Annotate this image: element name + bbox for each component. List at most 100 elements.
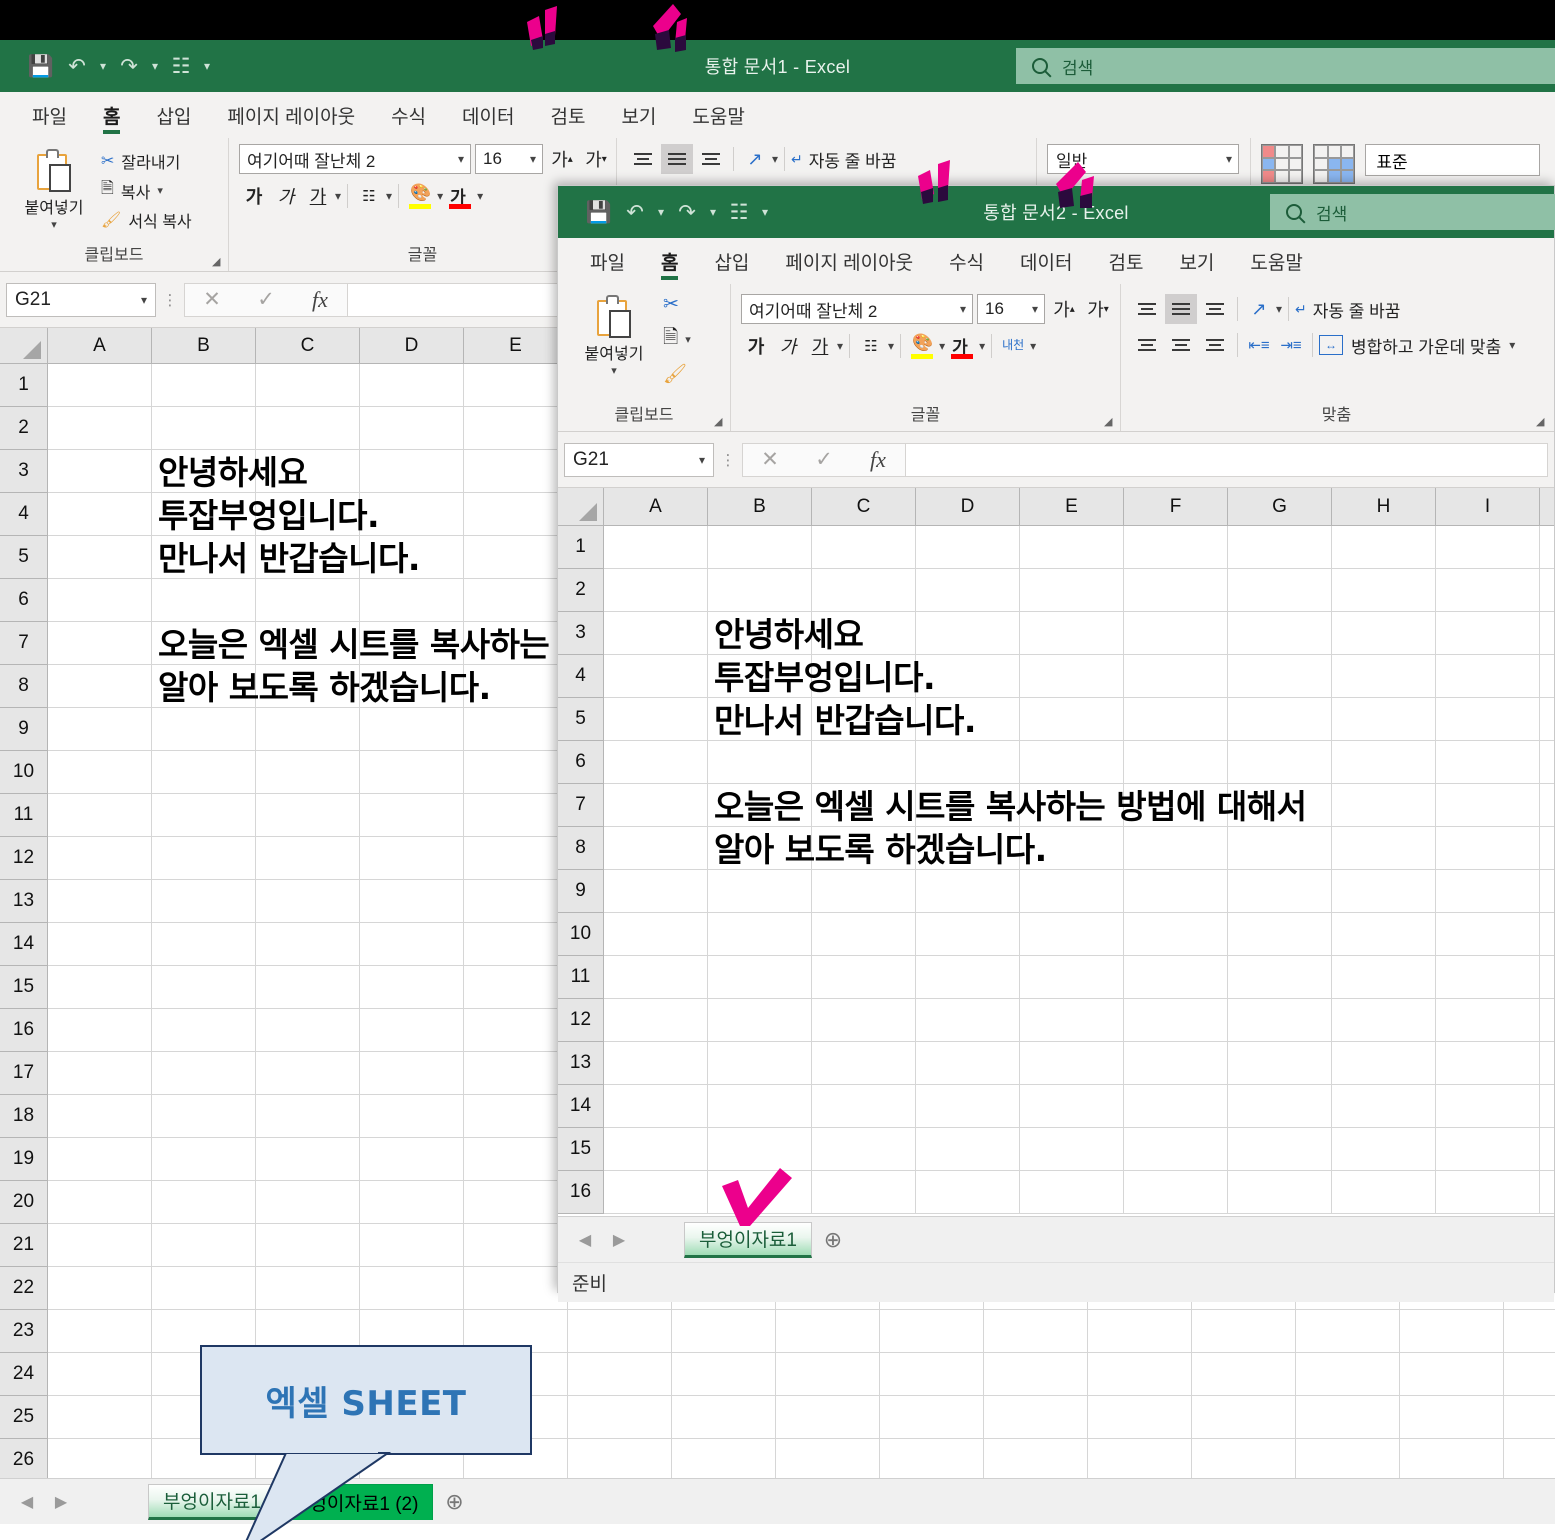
- grid-cell[interactable]: [1540, 1042, 1554, 1085]
- grid-cell[interactable]: [1020, 612, 1124, 655]
- row-header[interactable]: 4: [558, 655, 603, 698]
- grid-cell[interactable]: [464, 450, 568, 493]
- autofit-icon[interactable]: ☷: [722, 195, 756, 229]
- table-row[interactable]: [604, 1042, 1554, 1085]
- grid-cell[interactable]: [152, 880, 256, 923]
- window2-titlebar[interactable]: 💾 ↶ ▾ ↷ ▾ ☷ ▾ 통합 문서2 - Excel 검색: [558, 186, 1555, 238]
- insert-function-icon-2[interactable]: fx: [851, 447, 905, 473]
- grid-cell[interactable]: [360, 579, 464, 622]
- grid-cell[interactable]: [916, 956, 1020, 999]
- row-header[interactable]: 4: [0, 493, 47, 536]
- grid-cell[interactable]: [916, 870, 1020, 913]
- grid-cell[interactable]: [708, 569, 812, 612]
- grid-cell[interactable]: [464, 493, 568, 536]
- grid-cell[interactable]: [776, 1353, 880, 1396]
- cancel-formula-icon-1[interactable]: ✕: [185, 287, 239, 312]
- grid-cell[interactable]: [916, 1128, 1020, 1171]
- grid-cell[interactable]: [48, 1224, 152, 1267]
- select-all-corner-2[interactable]: [558, 488, 604, 525]
- grid-cell[interactable]: [604, 999, 708, 1042]
- chevron-down-icon[interactable]: ▾: [458, 152, 464, 166]
- formula-bar-handle-1[interactable]: ⋮: [156, 291, 184, 309]
- row-header[interactable]: 26: [0, 1439, 47, 1478]
- grid-cell[interactable]: [1296, 1353, 1400, 1396]
- grid-cell[interactable]: [360, 966, 464, 1009]
- grid-cell[interactable]: [880, 1439, 984, 1478]
- merge-dropdown-icon-2[interactable]: ▾: [1509, 338, 1515, 352]
- chevron-down-icon[interactable]: ▾: [141, 293, 147, 307]
- grid-cell[interactable]: [1020, 1128, 1124, 1171]
- table-row[interactable]: [604, 741, 1554, 784]
- grid-cell[interactable]: [1332, 698, 1436, 741]
- row-header[interactable]: 6: [0, 579, 47, 622]
- grid-cell[interactable]: [464, 1138, 568, 1181]
- grid-cell[interactable]: [1124, 1171, 1228, 1214]
- enter-formula-icon-2[interactable]: ✓: [797, 447, 851, 472]
- grid-cell[interactable]: [812, 1128, 916, 1171]
- grid-cell[interactable]: [1124, 913, 1228, 956]
- grid-cell[interactable]: [48, 536, 152, 579]
- grid-cell[interactable]: [708, 870, 812, 913]
- name-box-2[interactable]: G21 ▾: [564, 442, 714, 477]
- row-header[interactable]: 14: [558, 1085, 603, 1128]
- grid-cell[interactable]: [464, 1224, 568, 1267]
- format-painter-button-1[interactable]: 🖌 서식 복사: [98, 207, 195, 233]
- grid-cell[interactable]: [48, 1138, 152, 1181]
- grid-cell[interactable]: [1540, 999, 1554, 1042]
- increase-indent-button-2[interactable]: ⇥≡: [1276, 330, 1306, 360]
- format-as-table-icon[interactable]: [1313, 144, 1356, 184]
- grid-cell[interactable]: [360, 794, 464, 837]
- font-color-dropdown-icon-2[interactable]: ▾: [979, 339, 985, 353]
- grid-cell[interactable]: [1088, 1310, 1192, 1353]
- grid-cell[interactable]: [708, 913, 812, 956]
- grid-cell[interactable]: [464, 579, 568, 622]
- row-header[interactable]: 7: [0, 622, 47, 665]
- ribbon-tabs-2[interactable]: 파일 홈 삽입 페이지 레이아웃 수식 데이터 검토 보기 도움말: [558, 238, 1554, 284]
- grid-cell[interactable]: [1020, 1171, 1124, 1214]
- ribbon-tab-insert[interactable]: 삽입: [138, 92, 209, 138]
- fill-color-button-2[interactable]: 🎨: [907, 331, 937, 361]
- grid-cell[interactable]: [48, 1181, 152, 1224]
- grid-cell[interactable]: [48, 794, 152, 837]
- grid-cell[interactable]: [880, 1353, 984, 1396]
- grid-cell[interactable]: [1436, 913, 1540, 956]
- grid-cell[interactable]: [256, 708, 360, 751]
- grid-cell[interactable]: [812, 741, 916, 784]
- grid-cell[interactable]: [152, 837, 256, 880]
- grid-cell[interactable]: [708, 999, 812, 1042]
- grid-cell[interactable]: [1124, 612, 1228, 655]
- grid-cell[interactable]: [48, 622, 152, 665]
- grid-cell[interactable]: [256, 407, 360, 450]
- column-header-F-2[interactable]: F: [1124, 488, 1228, 525]
- grid-cell[interactable]: [152, 579, 256, 622]
- search-input-1[interactable]: 검색: [1016, 48, 1555, 84]
- grid-cell[interactable]: [604, 1128, 708, 1171]
- decrease-font-size-button-2[interactable]: 가 ▾: [1083, 294, 1113, 324]
- bold-button-1[interactable]: 가: [239, 181, 269, 211]
- grid-cell[interactable]: [1228, 655, 1332, 698]
- grid-cell[interactable]: [48, 493, 152, 536]
- grid-cell[interactable]: [1020, 569, 1124, 612]
- row-header[interactable]: 15: [558, 1128, 603, 1171]
- grid-cell[interactable]: [48, 665, 152, 708]
- grid-cell[interactable]: [464, 923, 568, 966]
- grid-cell[interactable]: [464, 794, 568, 837]
- column-header-I-2[interactable]: I: [1436, 488, 1540, 525]
- grid-cell[interactable]: [1124, 1085, 1228, 1128]
- grid-cell[interactable]: [604, 956, 708, 999]
- grid-cell[interactable]: [1504, 1396, 1555, 1439]
- grid-cell[interactable]: [1124, 526, 1228, 569]
- grid-cell[interactable]: [464, 1052, 568, 1095]
- grid-cell[interactable]: [1088, 1353, 1192, 1396]
- grid-cell[interactable]: [464, 966, 568, 1009]
- grid-cell[interactable]: [880, 1310, 984, 1353]
- grid-cell[interactable]: [1332, 1085, 1436, 1128]
- grid-cell[interactable]: [152, 966, 256, 1009]
- increase-font-size-button-1[interactable]: 가 ▴: [547, 144, 577, 174]
- grid-cell[interactable]: [256, 923, 360, 966]
- grid-cell[interactable]: [1228, 698, 1332, 741]
- table-row[interactable]: [604, 526, 1554, 569]
- ribbon-tab-home[interactable]: 홈: [85, 92, 138, 138]
- paste-button-1[interactable]: 붙여넣기 ▾: [10, 144, 98, 231]
- grid-cell[interactable]: [812, 1042, 916, 1085]
